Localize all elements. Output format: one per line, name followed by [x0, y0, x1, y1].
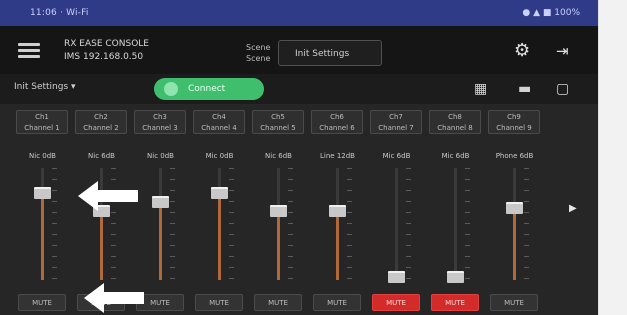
input-gain-label: Mic 6dB: [441, 152, 470, 160]
fader-scale: [524, 168, 530, 280]
fader-level: [277, 211, 280, 280]
fader-level: [159, 202, 162, 280]
fader-handle[interactable]: [211, 187, 228, 199]
fader-track[interactable]: [395, 168, 398, 280]
page-icon[interactable]: ▢: [556, 80, 569, 98]
input-gain-label: Phone 6dB: [495, 152, 534, 160]
toggle-knob: [164, 82, 178, 96]
mute-button[interactable]: MUTE: [372, 294, 420, 311]
fader-handle[interactable]: [152, 196, 169, 208]
arrow-annotation-icon: [84, 283, 144, 313]
fader-handle[interactable]: [34, 187, 51, 199]
channel-name-button[interactable]: Ch2 Channel 2: [75, 110, 127, 134]
channel-name-button[interactable]: Ch6 Channel 6: [311, 110, 363, 134]
channel-name-button[interactable]: Ch4 Channel 4: [193, 110, 245, 134]
fader-level: [100, 211, 103, 280]
fader-level: [218, 193, 221, 280]
input-gain-label: Nic 6dB: [88, 152, 115, 160]
fader-level: [336, 211, 339, 280]
toolbar: Init Settings ▾ Connect ▦ ▬ ▢: [0, 74, 598, 104]
fader-scale: [406, 168, 412, 280]
gear-icon[interactable]: ⚙: [514, 42, 532, 60]
channel-name-button[interactable]: Ch3 Channel 3: [134, 110, 186, 134]
fader-handle[interactable]: [329, 205, 346, 217]
mute-button[interactable]: MUTE: [490, 294, 538, 311]
input-gain-label: Line 12dB: [320, 152, 355, 160]
scene-select[interactable]: Init Settings: [278, 40, 382, 66]
exit-icon[interactable]: ⇥: [556, 41, 574, 61]
input-gain-label: Nic 6dB: [265, 152, 292, 160]
fader-scale: [288, 168, 294, 280]
channel-9: Ch9 Channel 9 Phone 6dB MUTE: [486, 110, 543, 315]
fader-scale: [229, 168, 235, 280]
mute-button[interactable]: MUTE: [195, 294, 243, 311]
channel-name-button[interactable]: Ch7 Channel 7: [370, 110, 422, 134]
status-bar: 11:06 · Wi-Fi ● ▲ ■ 100%: [0, 0, 598, 26]
fader-scale: [52, 168, 58, 280]
device-ip: IMS 192.168.0.50: [64, 52, 144, 62]
connect-toggle[interactable]: Connect: [154, 78, 264, 100]
side-pane: [598, 0, 627, 315]
device-name: RX EASE CONSOLE: [64, 39, 149, 49]
chevron-right-icon[interactable]: ▶: [569, 203, 577, 214]
scene-label: Scene Scene: [246, 43, 271, 63]
device-info: RX EASE CONSOLE IMS 192.168.0.50: [64, 38, 149, 64]
fader-handle[interactable]: [388, 271, 405, 283]
fader-scale: [170, 168, 176, 280]
channel-8: Ch8 Channel 8 Mic 6dB MUTE: [427, 110, 484, 315]
channel-name-button[interactable]: Ch9 Channel 9: [488, 110, 540, 134]
input-gain-label: Mic 6dB: [382, 152, 411, 160]
mute-button[interactable]: MUTE: [313, 294, 361, 311]
arrow-annotation-icon: [78, 181, 138, 211]
mute-button[interactable]: MUTE: [18, 294, 66, 311]
fader-handle[interactable]: [270, 205, 287, 217]
input-gain-label: Nic 0dB: [147, 152, 174, 160]
input-gain-label: Nic 0dB: [29, 152, 56, 160]
channel-6: Ch6 Channel 6 Line 12dB MUTE: [309, 110, 366, 315]
minus-icon[interactable]: ▬: [518, 80, 531, 98]
app-header: RX EASE CONSOLE IMS 192.168.0.50 Scene S…: [0, 26, 598, 74]
channel-5: Ch5 Channel 5 Nic 6dB MUTE: [250, 110, 307, 315]
preset-dropdown[interactable]: Init Settings ▾: [14, 82, 76, 92]
fader-handle[interactable]: [506, 202, 523, 214]
status-right: ● ▲ ■ 100%: [522, 8, 580, 18]
channel-4: Ch4 Channel 4 Mic 0dB MUTE: [191, 110, 248, 315]
fader-scale: [465, 168, 471, 280]
status-left: 11:06 · Wi-Fi: [30, 8, 89, 18]
channel-1: Ch1 Channel 1 Nic 0dB MUTE: [14, 110, 71, 315]
channel-name-button[interactable]: Ch8 Channel 8: [429, 110, 481, 134]
mixer-app: 11:06 · Wi-Fi ● ▲ ■ 100% RX EASE CONSOLE…: [0, 0, 598, 315]
channel-name-button[interactable]: Ch1 Channel 1: [16, 110, 68, 134]
fader-scale: [347, 168, 353, 280]
fader-handle[interactable]: [447, 271, 464, 283]
mute-button[interactable]: MUTE: [431, 294, 479, 311]
channel-7: Ch7 Channel 7 Mic 6dB MUTE: [368, 110, 425, 315]
fader-track[interactable]: [454, 168, 457, 280]
menu-icon[interactable]: [18, 43, 40, 59]
input-gain-label: Mic 0dB: [205, 152, 234, 160]
fader-level: [513, 208, 516, 280]
channel-name-button[interactable]: Ch5 Channel 5: [252, 110, 304, 134]
list-icon[interactable]: ▦: [474, 80, 487, 98]
connect-label: Connect: [188, 84, 226, 94]
mute-button[interactable]: MUTE: [254, 294, 302, 311]
fader-level: [41, 193, 44, 280]
